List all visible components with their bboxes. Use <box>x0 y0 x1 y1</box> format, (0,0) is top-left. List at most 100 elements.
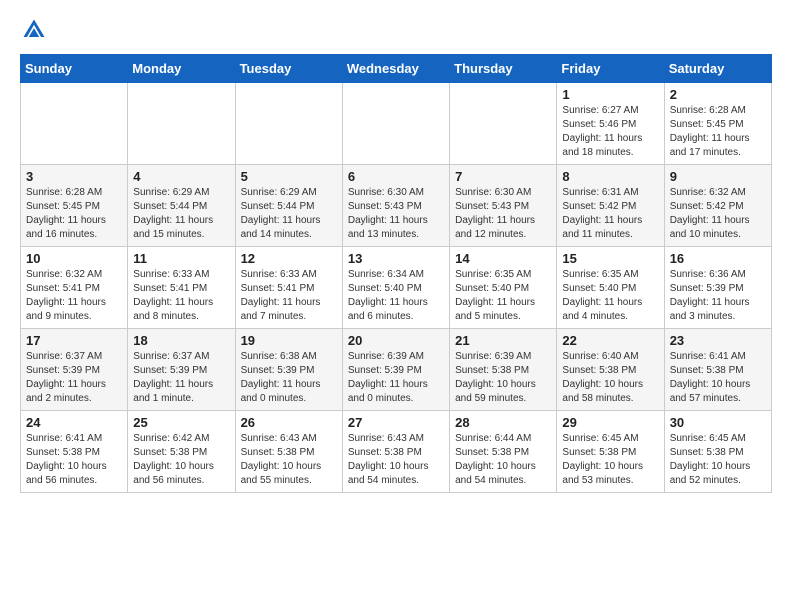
calendar-cell: 11Sunrise: 6:33 AMSunset: 5:41 PMDayligh… <box>128 247 235 329</box>
day-info: Sunrise: 6:43 AMSunset: 5:38 PMDaylight:… <box>241 432 337 488</box>
calendar-cell: 15 Sunrise: 6:35 AMSunset: 5:40 PMDayligh… <box>557 247 664 329</box>
calendar-cell: 19 Sunrise: 6:38 AMSunset: 5:39 PMDayligh… <box>235 329 342 411</box>
calendar-cell: 7 Sunrise: 6:30 AMSunset: 5:43 PMDaylight… <box>450 165 557 247</box>
calendar-cell: 9Sunrise: 6:32 AMSunset: 5:42 PMDaylight… <box>664 165 771 247</box>
day-info: Sunrise: 6:43 AMSunset: 5:38 PMDaylight:… <box>348 432 444 488</box>
weekday-header-saturday: Saturday <box>664 55 771 83</box>
week-row-5: 24 Sunrise: 6:41 AMSunset: 5:38 PMDayligh… <box>21 411 772 493</box>
day-info: Sunrise: 6:41 AMSunset: 5:38 PMDaylight:… <box>26 432 122 488</box>
day-info: Sunrise: 6:32 AMSunset: 5:41 PMDaylight:… <box>26 268 122 324</box>
day-info: Sunrise: 6:29 AMSunset: 5:44 PMDaylight:… <box>241 186 337 242</box>
calendar-cell: 21Sunrise: 6:39 AMSunset: 5:38 PMDayligh… <box>450 329 557 411</box>
day-number: 30 <box>670 415 766 430</box>
calendar-cell <box>235 83 342 165</box>
day-number: 18 <box>133 333 229 348</box>
day-number: 28 <box>455 415 551 430</box>
day-number: 26 <box>241 415 337 430</box>
day-number: 1 <box>562 87 658 102</box>
day-number: 27 <box>348 415 444 430</box>
calendar-cell: 18Sunrise: 6:37 AMSunset: 5:39 PMDayligh… <box>128 329 235 411</box>
day-number: 8 <box>562 169 658 184</box>
day-number: 6 <box>348 169 444 184</box>
calendar-cell: 2 Sunrise: 6:28 AMSunset: 5:45 PMDaylight… <box>664 83 771 165</box>
day-number: 14 <box>455 251 551 266</box>
day-number: 21 <box>455 333 551 348</box>
logo <box>20 16 52 44</box>
day-number: 23 <box>670 333 766 348</box>
calendar-cell: 13 Sunrise: 6:34 AMSunset: 5:40 PMDayligh… <box>342 247 449 329</box>
day-number: 2 <box>670 87 766 102</box>
day-number: 16 <box>670 251 766 266</box>
day-number: 20 <box>348 333 444 348</box>
day-number: 24 <box>26 415 122 430</box>
day-info: Sunrise: 6:28 AMSunset: 5:45 PMDaylight:… <box>26 186 122 242</box>
logo-icon <box>20 16 48 44</box>
day-info: Sunrise: 6:30 AMSunset: 5:43 PMDaylight:… <box>348 186 444 242</box>
day-info: Sunrise: 6:40 AMSunset: 5:38 PMDaylight:… <box>562 350 658 406</box>
weekday-header-sunday: Sunday <box>21 55 128 83</box>
day-number: 7 <box>455 169 551 184</box>
day-info: Sunrise: 6:39 AMSunset: 5:39 PMDaylight:… <box>348 350 444 406</box>
day-info: Sunrise: 6:31 AMSunset: 5:42 PMDaylight:… <box>562 186 658 242</box>
calendar-cell: 3Sunrise: 6:28 AMSunset: 5:45 PMDaylight… <box>21 165 128 247</box>
day-info: Sunrise: 6:38 AMSunset: 5:39 PMDaylight:… <box>241 350 337 406</box>
week-row-4: 17 Sunrise: 6:37 AMSunset: 5:39 PMDayligh… <box>21 329 772 411</box>
day-number: 29 <box>562 415 658 430</box>
day-info: Sunrise: 6:33 AMSunset: 5:41 PMDaylight:… <box>241 268 337 324</box>
week-row-3: 10 Sunrise: 6:32 AMSunset: 5:41 PMDayligh… <box>21 247 772 329</box>
day-info: Sunrise: 6:34 AMSunset: 5:40 PMDaylight:… <box>348 268 444 324</box>
calendar-cell: 22 Sunrise: 6:40 AMSunset: 5:38 PMDayligh… <box>557 329 664 411</box>
calendar-cell: 23 Sunrise: 6:41 AMSunset: 5:38 PMDayligh… <box>664 329 771 411</box>
day-info: Sunrise: 6:45 AMSunset: 5:38 PMDaylight:… <box>670 432 766 488</box>
weekday-header-friday: Friday <box>557 55 664 83</box>
day-number: 9 <box>670 169 766 184</box>
day-info: Sunrise: 6:35 AMSunset: 5:40 PMDaylight:… <box>455 268 551 324</box>
day-number: 19 <box>241 333 337 348</box>
weekday-header-wednesday: Wednesday <box>342 55 449 83</box>
day-number: 4 <box>133 169 229 184</box>
calendar-cell: 26 Sunrise: 6:43 AMSunset: 5:38 PMDayligh… <box>235 411 342 493</box>
calendar-cell: 12 Sunrise: 6:33 AMSunset: 5:41 PMDayligh… <box>235 247 342 329</box>
day-number: 15 <box>562 251 658 266</box>
day-info: Sunrise: 6:35 AMSunset: 5:40 PMDaylight:… <box>562 268 658 324</box>
calendar-cell: 1Sunrise: 6:27 AMSunset: 5:46 PMDaylight… <box>557 83 664 165</box>
calendar-cell: 20 Sunrise: 6:39 AMSunset: 5:39 PMDayligh… <box>342 329 449 411</box>
weekday-header-monday: Monday <box>128 55 235 83</box>
calendar-cell: 24 Sunrise: 6:41 AMSunset: 5:38 PMDayligh… <box>21 411 128 493</box>
day-number: 10 <box>26 251 122 266</box>
calendar-table: SundayMondayTuesdayWednesdayThursdayFrid… <box>20 54 772 493</box>
day-number: 13 <box>348 251 444 266</box>
calendar-cell: 17 Sunrise: 6:37 AMSunset: 5:39 PMDayligh… <box>21 329 128 411</box>
calendar-cell <box>128 83 235 165</box>
day-info: Sunrise: 6:37 AMSunset: 5:39 PMDaylight:… <box>26 350 122 406</box>
calendar-page: SundayMondayTuesdayWednesdayThursdayFrid… <box>0 0 792 612</box>
calendar-cell: 14 Sunrise: 6:35 AMSunset: 5:40 PMDayligh… <box>450 247 557 329</box>
day-number: 22 <box>562 333 658 348</box>
day-info: Sunrise: 6:42 AMSunset: 5:38 PMDaylight:… <box>133 432 229 488</box>
weekday-header-thursday: Thursday <box>450 55 557 83</box>
calendar-cell: 5 Sunrise: 6:29 AMSunset: 5:44 PMDaylight… <box>235 165 342 247</box>
day-number: 17 <box>26 333 122 348</box>
calendar-cell <box>342 83 449 165</box>
day-info: Sunrise: 6:45 AMSunset: 5:38 PMDaylight:… <box>562 432 658 488</box>
week-row-1: 1Sunrise: 6:27 AMSunset: 5:46 PMDaylight… <box>21 83 772 165</box>
day-info: Sunrise: 6:41 AMSunset: 5:38 PMDaylight:… <box>670 350 766 406</box>
calendar-cell: 10 Sunrise: 6:32 AMSunset: 5:41 PMDayligh… <box>21 247 128 329</box>
calendar-cell: 29 Sunrise: 6:45 AMSunset: 5:38 PMDayligh… <box>557 411 664 493</box>
day-info: Sunrise: 6:36 AMSunset: 5:39 PMDaylight:… <box>670 268 766 324</box>
calendar-cell: 27 Sunrise: 6:43 AMSunset: 5:38 PMDayligh… <box>342 411 449 493</box>
weekday-header-row: SundayMondayTuesdayWednesdayThursdayFrid… <box>21 55 772 83</box>
day-number: 12 <box>241 251 337 266</box>
day-info: Sunrise: 6:30 AMSunset: 5:43 PMDaylight:… <box>455 186 551 242</box>
calendar-cell: 30 Sunrise: 6:45 AMSunset: 5:38 PMDayligh… <box>664 411 771 493</box>
day-number: 5 <box>241 169 337 184</box>
calendar-cell: 4Sunrise: 6:29 AMSunset: 5:44 PMDaylight… <box>128 165 235 247</box>
calendar-cell: 8 Sunrise: 6:31 AMSunset: 5:42 PMDaylight… <box>557 165 664 247</box>
header <box>20 16 772 44</box>
day-info: Sunrise: 6:33 AMSunset: 5:41 PMDaylight:… <box>133 268 229 324</box>
day-info: Sunrise: 6:44 AMSunset: 5:38 PMDaylight:… <box>455 432 551 488</box>
calendar-cell: 28 Sunrise: 6:44 AMSunset: 5:38 PMDayligh… <box>450 411 557 493</box>
day-number: 25 <box>133 415 229 430</box>
weekday-header-tuesday: Tuesday <box>235 55 342 83</box>
day-info: Sunrise: 6:28 AMSunset: 5:45 PMDaylight:… <box>670 104 766 160</box>
